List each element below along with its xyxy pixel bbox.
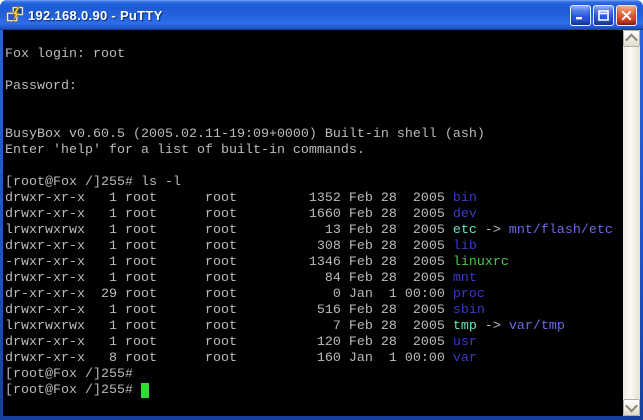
terminal-line: [root@Fox /]255#	[5, 383, 623, 399]
terminal-line	[5, 31, 623, 47]
putty-window: 192.168.0.90 - PuTTY Fox login: root Pass…	[0, 0, 643, 420]
scrollbar-down-button[interactable]	[623, 399, 640, 416]
terminal-line: drwxr-xr-x 1 root root 516 Feb 28 2005 s…	[5, 303, 623, 319]
titlebar[interactable]: 192.168.0.90 - PuTTY	[0, 0, 643, 30]
window-title: 192.168.0.90 - PuTTY	[28, 8, 570, 23]
terminal-line: dr-xr-xr-x 29 root root 0 Jan 1 00:00 pr…	[5, 287, 623, 303]
scrollbar[interactable]	[623, 30, 640, 416]
chevron-up-icon	[625, 34, 638, 47]
terminal-line	[5, 111, 623, 127]
chevron-down-icon	[625, 400, 638, 413]
minimize-button[interactable]	[570, 5, 591, 26]
terminal-line	[5, 95, 623, 111]
terminal-line	[5, 159, 623, 175]
terminal-line: [root@Fox /]255# ls -l	[5, 175, 623, 191]
terminal-cursor	[141, 383, 149, 398]
minimize-icon	[575, 10, 586, 21]
terminal-line: -rwxr-xr-x 1 root root 1346 Feb 28 2005 …	[5, 255, 623, 271]
terminal-line: lrwxrwxrwx 1 root root 13 Feb 28 2005 et…	[5, 223, 623, 239]
terminal-line: [root@Fox /]255#	[5, 367, 623, 383]
window-controls	[570, 5, 637, 26]
terminal-line: drwxr-xr-x 1 root root 308 Feb 28 2005 l…	[5, 239, 623, 255]
scrollbar-thumb[interactable]	[623, 47, 640, 399]
terminal-line: Fox login: root	[5, 47, 623, 63]
terminal-line: Enter 'help' for a list of built-in comm…	[5, 143, 623, 159]
close-icon	[621, 10, 632, 21]
terminal-line	[5, 63, 623, 79]
terminal-output: Fox login: root Password: BusyBox v0.60.5 …	[5, 31, 623, 399]
terminal-line: drwxr-xr-x 1 root root 1352 Feb 28 2005 …	[5, 191, 623, 207]
terminal-line: drwxr-xr-x 1 root root 1660 Feb 28 2005 …	[5, 207, 623, 223]
terminal-screen[interactable]: Fox login: root Password: BusyBox v0.60.5 …	[3, 30, 623, 416]
terminal-line: Password:	[5, 79, 623, 95]
terminal-line: drwxr-xr-x 8 root root 160 Jan 1 00:00 v…	[5, 351, 623, 367]
terminal-line: lrwxrwxrwx 1 root root 7 Feb 28 2005 tmp…	[5, 319, 623, 335]
close-button[interactable]	[616, 5, 637, 26]
window-client: Fox login: root Password: BusyBox v0.60.5 …	[3, 30, 640, 416]
terminal-line: BusyBox v0.60.5 (2005.02.11-19:09+0000) …	[5, 127, 623, 143]
maximize-icon	[598, 10, 609, 21]
scrollbar-up-button[interactable]	[623, 30, 640, 47]
putty-icon[interactable]	[6, 6, 24, 24]
maximize-button[interactable]	[593, 5, 614, 26]
terminal-line: drwxr-xr-x 1 root root 84 Feb 28 2005 mn…	[5, 271, 623, 287]
terminal-line: drwxr-xr-x 1 root root 120 Feb 28 2005 u…	[5, 335, 623, 351]
